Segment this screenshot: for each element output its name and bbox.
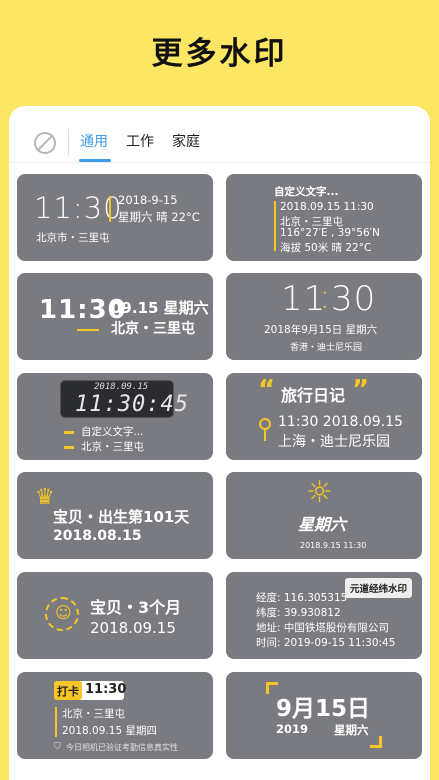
brand-badge: 元道经纬水印 bbox=[345, 578, 413, 598]
tab-divider bbox=[68, 129, 69, 155]
crown-icon: ♛ bbox=[35, 485, 55, 510]
quote-close: ” bbox=[352, 375, 370, 405]
watermark-card-time-weather[interactable]: 11:30 2018-9-15 星期六 晴 22°C 北京市・三里屯 bbox=[17, 174, 213, 261]
location-text: 北京・三里屯 bbox=[111, 321, 195, 337]
time-text: 11:30 bbox=[85, 682, 127, 697]
watermark-card-weekday[interactable]: ☼ 星期六 2018.9.15 11:30 bbox=[226, 472, 422, 559]
date-text: 2018-9-15 bbox=[118, 193, 178, 207]
smile-face-icon: ☺ bbox=[55, 603, 72, 622]
date-text: 2018.09.15 bbox=[90, 619, 176, 637]
baby-title: 宝贝・出生第101天 bbox=[53, 508, 190, 526]
time-text: 时间: 2019-09-15 11:30:45 bbox=[256, 637, 396, 649]
weekday-weather-text: 星期六 晴 22°C bbox=[118, 210, 200, 224]
date-weekday-text: 09.15 星期六 bbox=[111, 299, 209, 317]
lcd-date-text: 2018.09.15 bbox=[94, 382, 149, 392]
address-text: 地址: 中国铁塔股份有限公司 bbox=[256, 622, 389, 634]
coordinates-text: 116°27′E , 39°56′N bbox=[280, 227, 380, 239]
corner-bracket-bottom-right bbox=[370, 736, 382, 748]
watermark-card-time-location[interactable]: 11:30 09.15 星期六 北京・三里屯 bbox=[17, 273, 213, 360]
category-tabs: 通用 工作 家庭 bbox=[9, 120, 430, 164]
minute-text: 30 bbox=[331, 279, 377, 319]
sun-icon: ☼ bbox=[306, 475, 333, 510]
datetime-text: 2018.9.15 11:30 bbox=[300, 541, 367, 550]
altitude-weather-text: 海拔 50米 晴 22°C bbox=[280, 242, 372, 254]
bullet-bar bbox=[64, 446, 74, 449]
divider-bar bbox=[274, 201, 276, 251]
shield-check-icon: ⛉ bbox=[54, 742, 61, 752]
location-text: 北京市・三里屯 bbox=[36, 232, 110, 244]
watermark-card-gps-info[interactable]: 元道经纬水印 经度: 116.305315 纬度: 39.930812 地址: … bbox=[226, 572, 422, 659]
latitude-text: 纬度: 39.930812 bbox=[256, 607, 341, 619]
page-title: 更多水印 bbox=[151, 36, 288, 72]
weekday-text: 星期六 bbox=[334, 723, 369, 737]
pin-stem bbox=[264, 430, 266, 441]
verify-text: 今日相机已验证考勤信息真实性 bbox=[66, 743, 178, 752]
longitude-text: 经度: 116.305315 bbox=[256, 592, 348, 604]
no-watermark-icon[interactable] bbox=[34, 132, 56, 154]
tab-general[interactable]: 通用 bbox=[80, 131, 108, 151]
watermark-card-coordinates[interactable]: 自定义文字... 2018.09.15 11:30 北京・三里屯 116°27′… bbox=[226, 174, 422, 261]
tab-divider-line bbox=[9, 162, 430, 163]
check-in-tag: 打卡 bbox=[57, 685, 79, 698]
year-text: 2019 bbox=[276, 722, 309, 736]
watermark-card-lcd-clock[interactable]: 2018.09.15 11:30:45 自定义文字... 北京・三里屯 bbox=[17, 373, 213, 460]
watermark-card-big-date[interactable]: 9月15日 2019 星期六 bbox=[226, 672, 422, 759]
datetime-text: 2018.09.15 11:30 bbox=[280, 201, 374, 213]
bullet-bar bbox=[64, 431, 74, 434]
location-text: 北京・三里屯 bbox=[81, 441, 144, 453]
location-text: 香港・迪士尼乐园 bbox=[290, 343, 363, 353]
date-text: 2018.08.15 bbox=[53, 528, 142, 544]
watermark-card-baby-months[interactable]: ☺ 宝贝・3个月 2018.09.15 bbox=[17, 572, 213, 659]
divider-bar bbox=[55, 707, 57, 737]
watermark-card-baby-days[interactable]: ♛ 宝贝・出生第101天 2018.08.15 bbox=[17, 472, 213, 559]
quote-open: “ bbox=[258, 375, 276, 405]
custom-text: 自定义文字... bbox=[81, 426, 144, 438]
date-text: 2018年9月15日 星期六 bbox=[264, 324, 378, 336]
watermark-card-check-in[interactable]: 打卡 11:30 北京・三里屯 2018.09.15 星期四 ⛉ 今日相机已验证… bbox=[17, 672, 213, 759]
custom-title-text: 自定义文字... bbox=[274, 186, 339, 198]
time-separator: : bbox=[319, 277, 332, 317]
tab-family[interactable]: 家庭 bbox=[172, 131, 200, 151]
tab-work[interactable]: 工作 bbox=[126, 131, 154, 151]
divider-bar bbox=[109, 196, 111, 222]
location-text: 北京・三里屯 bbox=[62, 708, 125, 720]
location-text: 上海・迪士尼乐园 bbox=[278, 434, 390, 450]
date-text: 9月15日 bbox=[276, 696, 371, 722]
underline-bar bbox=[77, 329, 99, 331]
watermark-card-travel-diary[interactable]: “ 旅行日记 ” 11:30 2018.09.15 上海・迪士尼乐园 bbox=[226, 373, 422, 460]
lcd-time-text: 11:30:45 bbox=[75, 392, 189, 417]
diary-title: 旅行日记 bbox=[281, 386, 346, 405]
date-text: 2018.09.15 星期四 bbox=[62, 725, 157, 737]
watermark-card-large-clock[interactable]: 11 : 30 2018年9月15日 星期六 香港・迪士尼乐园 bbox=[226, 273, 422, 360]
location-pin-icon bbox=[259, 418, 271, 430]
watermark-panel: 通用 工作 家庭 11:30 2018-9-15 星期六 晴 22°C 北京市・… bbox=[9, 106, 430, 780]
weekday-text: 星期六 bbox=[298, 515, 347, 534]
datetime-text: 11:30 2018.09.15 bbox=[278, 414, 403, 430]
baby-title: 宝贝・3个月 bbox=[90, 598, 182, 617]
